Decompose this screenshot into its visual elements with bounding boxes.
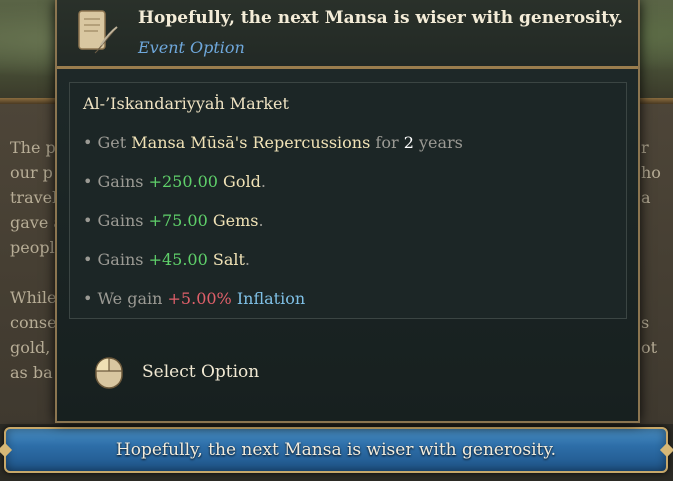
option-tooltip: Hopefully, the next Mansa is wiser with …: [55, 0, 640, 423]
effects-panel: Al-’Iskandariyyaḣ Market • Get Mansa Mū…: [69, 82, 627, 319]
event-description-fragment: a: [641, 188, 651, 207]
event-option-label: Hopefully, the next Mansa is wiser with …: [115, 440, 557, 460]
effect-line-gems: • Gains +75.00 Gems.: [83, 211, 264, 230]
modifier-name: Mansa Mūsā's Repercussions: [131, 133, 371, 152]
gold-value: +250.00: [148, 172, 218, 191]
effects-location-title: Al-’Iskandariyyaḣ Market: [83, 94, 289, 113]
event-description-fragment: r: [641, 138, 649, 157]
event-description-fragment: gold,: [10, 338, 56, 357]
effect-line-inflation: • We gain +5.00% Inflation: [83, 289, 306, 308]
tooltip-title: Hopefully, the next Mansa is wiser with …: [138, 8, 623, 28]
duration-value: 2: [403, 133, 414, 152]
event-description-fragment: our p: [10, 163, 53, 182]
effect-line-gold: • Gains +250.00 Gold.: [83, 172, 266, 191]
select-option-label: Select Option: [142, 362, 260, 382]
event-option-button[interactable]: Hopefully, the next Mansa is wiser with …: [0, 427, 673, 473]
salt-value: +45.00: [148, 250, 208, 269]
gold-label: Gold: [223, 172, 261, 191]
event-description-fragment: s: [641, 313, 650, 332]
event-description-fragment: peopl: [10, 238, 55, 257]
gems-value: +75.00: [148, 211, 208, 230]
event-description-fragment: travel: [10, 188, 58, 207]
mouse-left-click-icon: [95, 357, 123, 389]
select-option-hint: Select Option: [94, 356, 334, 390]
scroll-quill-icon: [78, 10, 118, 54]
event-description-fragment: While: [10, 288, 57, 307]
event-description-fragment: ot: [641, 338, 658, 357]
salt-label: Salt: [212, 250, 245, 269]
event-description-fragment: conse: [10, 313, 57, 332]
event-description-fragment: The p: [10, 138, 56, 157]
inflation-value: +5.00%: [167, 289, 232, 308]
inflation-link[interactable]: Inflation: [237, 289, 305, 308]
tooltip-header: Hopefully, the next Mansa is wiser with …: [57, 0, 638, 69]
tooltip-subtitle: Event Option: [138, 38, 245, 57]
gems-label: Gems: [212, 211, 259, 230]
effect-line-modifier: • Get Mansa Mūsā's Repercussions for 2 y…: [83, 133, 463, 152]
event-description-fragment: as ba: [10, 363, 53, 382]
effect-line-salt: • Gains +45.00 Salt.: [83, 250, 251, 269]
event-description-fragment: ho: [641, 163, 661, 182]
